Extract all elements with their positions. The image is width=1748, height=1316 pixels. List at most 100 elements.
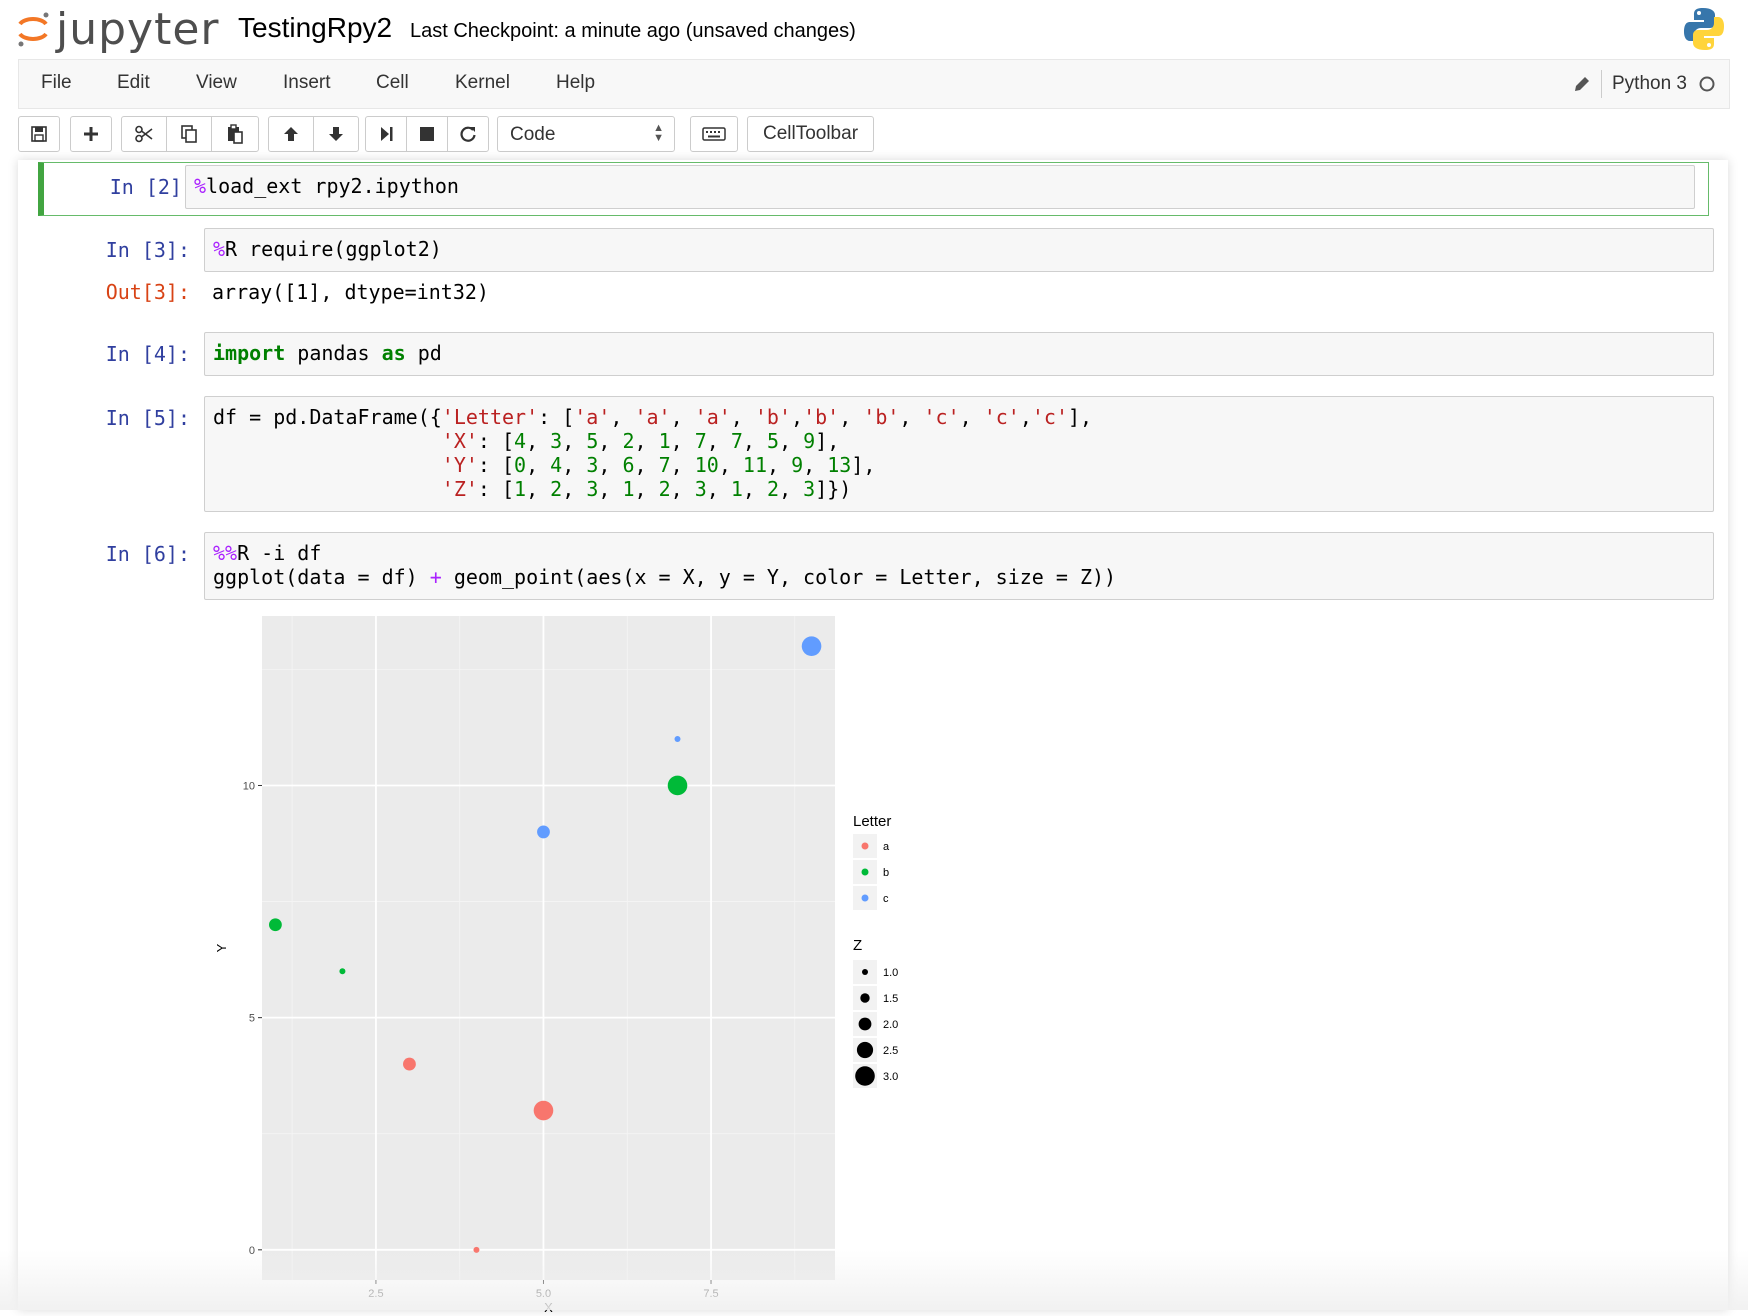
notebook-header: jupyter TestingRpy2 Last Checkpoint: a m… xyxy=(0,0,1748,58)
insert-cell-button[interactable] xyxy=(70,116,112,152)
code-input[interactable]: %R require(ggplot2) xyxy=(204,228,1714,272)
ggplot-scatter-output: 2.55.07.50510YXLetterabcZ1.01.52.02.53.0 xyxy=(214,616,898,1315)
data-point-b xyxy=(339,968,346,975)
copy-icon xyxy=(181,125,197,143)
legend-z-title: Z xyxy=(853,937,862,954)
menu-edit[interactable]: Edit xyxy=(117,72,150,94)
code-text: %%R -i df ggplot(data = df) + geom_point… xyxy=(213,541,1117,589)
arrow-up-icon xyxy=(284,127,298,141)
paste-icon xyxy=(228,124,243,144)
legend-swatch-b xyxy=(861,868,869,876)
menu-file[interactable]: File xyxy=(41,72,72,94)
data-point-a xyxy=(533,1100,554,1121)
code-input[interactable]: %load_ext rpy2.ipython xyxy=(185,165,1695,209)
menu-cell[interactable]: Cell xyxy=(376,72,409,94)
move-up-button[interactable] xyxy=(268,116,314,152)
notebook-title[interactable]: TestingRpy2 xyxy=(238,12,392,44)
data-point-b xyxy=(667,775,688,796)
code-text: df = pd.DataFrame({'Letter': ['a', 'a', … xyxy=(213,405,1093,501)
menu-kernel[interactable]: Kernel xyxy=(455,72,510,94)
output-prompt: Out[3]: xyxy=(105,280,190,304)
cell-type-value: Code xyxy=(510,124,556,145)
output-text: array([1], dtype=int32) xyxy=(212,280,489,304)
restart-button[interactable] xyxy=(447,116,489,152)
data-point-b xyxy=(269,918,282,932)
save-button[interactable] xyxy=(18,116,60,152)
code-input[interactable]: %%R -i df ggplot(data = df) + geom_point… xyxy=(204,532,1714,600)
legend-label: 2.5 xyxy=(883,1045,898,1057)
keyboard-icon xyxy=(702,127,726,141)
code-input[interactable]: import pandas as pd xyxy=(204,332,1714,376)
input-prompt: In [6]: xyxy=(105,542,190,566)
paste-button[interactable] xyxy=(211,116,259,152)
y-tick-label: 10 xyxy=(243,780,255,792)
logo-text: jupyter xyxy=(56,3,220,55)
kernel-idle-circle-icon xyxy=(1699,76,1715,92)
menubar: File Edit View Insert Cell Kernel Help P… xyxy=(18,59,1730,109)
notebook-container: In [2]: %load_ext rpy2.ipython In [3]: %… xyxy=(18,160,1728,1315)
scissors-icon xyxy=(135,125,153,143)
run-button[interactable] xyxy=(365,116,407,152)
legend-label: c xyxy=(883,893,889,905)
data-point-c xyxy=(801,636,822,656)
code-cell-5[interactable]: In [5]: df = pd.DataFrame({'Letter': ['a… xyxy=(40,396,1714,514)
legend-size-swatch xyxy=(862,969,868,975)
restart-icon xyxy=(460,126,476,142)
legend-size-swatch xyxy=(855,1066,875,1086)
celltoolbar-button[interactable]: CellToolbar xyxy=(747,116,874,152)
input-prompt: In [2]: xyxy=(109,175,194,199)
legend-swatch-c xyxy=(861,894,869,902)
plot-panel xyxy=(262,616,835,1280)
y-tick-label: 5 xyxy=(249,1013,255,1025)
arrow-down-icon xyxy=(329,127,343,141)
legend-label: 1.5 xyxy=(883,993,898,1005)
code-cell-3[interactable]: In [3]: %R require(ggplot2) Out[3]: arra… xyxy=(40,228,1714,308)
y-axis-title: Y xyxy=(214,943,229,952)
bottom-fade xyxy=(0,1250,1748,1310)
menu-help[interactable]: Help xyxy=(556,72,595,94)
code-text: %R require(ggplot2) xyxy=(213,237,442,261)
data-point-a xyxy=(403,1057,416,1071)
legend-size-swatch xyxy=(858,1017,872,1031)
python-logo-icon xyxy=(1684,8,1724,50)
legend-label: b xyxy=(883,867,889,879)
code-cell-4[interactable]: In [4]: import pandas as pd xyxy=(40,332,1714,378)
code-cell-2[interactable]: In [2]: %load_ext rpy2.ipython xyxy=(38,162,1709,216)
cut-button[interactable] xyxy=(121,116,167,152)
legend-label: a xyxy=(883,841,890,853)
copy-button[interactable] xyxy=(166,116,212,152)
interrupt-button[interactable] xyxy=(406,116,448,152)
move-down-button[interactable] xyxy=(313,116,359,152)
jupyter-orbit-icon xyxy=(18,12,49,47)
jupyter-logo[interactable]: jupyter xyxy=(16,3,220,55)
divider xyxy=(1601,70,1602,98)
legend-swatch-a xyxy=(861,842,869,850)
menu-insert[interactable]: Insert xyxy=(283,72,331,94)
code-text: import pandas as pd xyxy=(213,341,442,365)
pencil-icon[interactable] xyxy=(1573,75,1591,93)
data-point-c xyxy=(537,825,550,839)
data-point-c xyxy=(674,736,681,743)
plus-icon xyxy=(84,127,98,141)
command-palette-button[interactable] xyxy=(690,116,738,152)
menu-view[interactable]: View xyxy=(196,72,237,94)
legend-label: 2.0 xyxy=(883,1019,898,1031)
input-prompt: In [5]: xyxy=(105,406,190,430)
kernel-indicator: Python 3 xyxy=(1573,70,1717,98)
code-text: %load_ext rpy2.ipython xyxy=(194,174,459,198)
cell-type-select[interactable]: Code ▲ ▼ xyxy=(497,116,675,152)
step-forward-icon xyxy=(381,127,393,141)
input-prompt: In [4]: xyxy=(105,342,190,366)
save-icon xyxy=(31,126,47,142)
legend-label: 1.0 xyxy=(883,967,898,979)
select-arrows-icon: ▲ ▼ xyxy=(653,122,664,144)
input-prompt: In [3]: xyxy=(105,238,190,262)
legend-size-swatch xyxy=(860,993,870,1003)
code-input[interactable]: df = pd.DataFrame({'Letter': ['a', 'a', … xyxy=(204,396,1714,512)
checkpoint-status: Last Checkpoint: a minute ago (unsaved c… xyxy=(410,20,856,42)
legend-label: 3.0 xyxy=(883,1071,898,1083)
legend-size-swatch xyxy=(856,1041,874,1059)
kernel-name: Python 3 xyxy=(1612,73,1687,94)
legend-letter-title: Letter xyxy=(853,813,891,830)
toolbar: Code ▲ ▼ CellToolbar xyxy=(0,110,1748,160)
